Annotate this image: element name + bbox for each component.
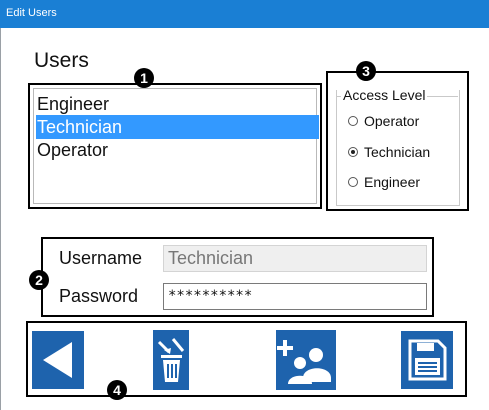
- credentials-panel: Username Technician Password **********: [41, 237, 434, 317]
- users-listbox[interactable]: Engineer Technician Operator: [28, 83, 322, 209]
- add-user-button[interactable]: [276, 330, 336, 390]
- list-item-engineer[interactable]: Engineer: [36, 92, 319, 116]
- username-field[interactable]: Technician: [163, 245, 427, 272]
- callout-marker-2: 2: [29, 270, 49, 290]
- window-left-border: [0, 28, 1, 410]
- username-label: Username: [59, 248, 143, 268]
- add-user-icon: [277, 340, 331, 384]
- users-listbox-inner: Engineer Technician Operator: [33, 88, 319, 204]
- window-title: Edit Users: [6, 7, 57, 19]
- radio-technician[interactable]: Technician: [348, 144, 430, 160]
- back-button[interactable]: [32, 331, 84, 389]
- radio-engineer[interactable]: Engineer: [348, 174, 420, 190]
- radio-unchecked-icon[interactable]: [348, 116, 358, 126]
- access-level-legend: Access Level: [341, 87, 428, 103]
- back-arrow-icon: [43, 342, 72, 378]
- radio-engineer-label: Engineer: [364, 174, 421, 190]
- radio-unchecked-icon[interactable]: [348, 177, 358, 187]
- access-level-group: Access Level Operator Technician Enginee…: [326, 71, 469, 211]
- password-label: Password: [59, 286, 139, 306]
- window-title-bar: Edit Users: [0, 0, 489, 28]
- callout-marker-4: 4: [107, 380, 127, 400]
- delete-user-button[interactable]: [153, 330, 189, 390]
- list-item-operator[interactable]: Operator: [36, 138, 319, 162]
- password-field[interactable]: **********: [163, 283, 427, 310]
- users-heading: Users: [34, 49, 89, 72]
- action-toolbar: [26, 321, 467, 397]
- radio-operator-label: Operator: [364, 113, 420, 129]
- list-item-technician[interactable]: Technician: [36, 115, 319, 139]
- save-icon: [408, 339, 447, 381]
- radio-operator[interactable]: Operator: [348, 113, 419, 129]
- delete-user-icon: [157, 338, 185, 382]
- radio-checked-icon[interactable]: [348, 147, 358, 157]
- radio-technician-label: Technician: [364, 144, 431, 160]
- save-button[interactable]: [401, 331, 453, 389]
- callout-marker-3: 3: [356, 61, 376, 81]
- callout-marker-1: 1: [134, 68, 154, 88]
